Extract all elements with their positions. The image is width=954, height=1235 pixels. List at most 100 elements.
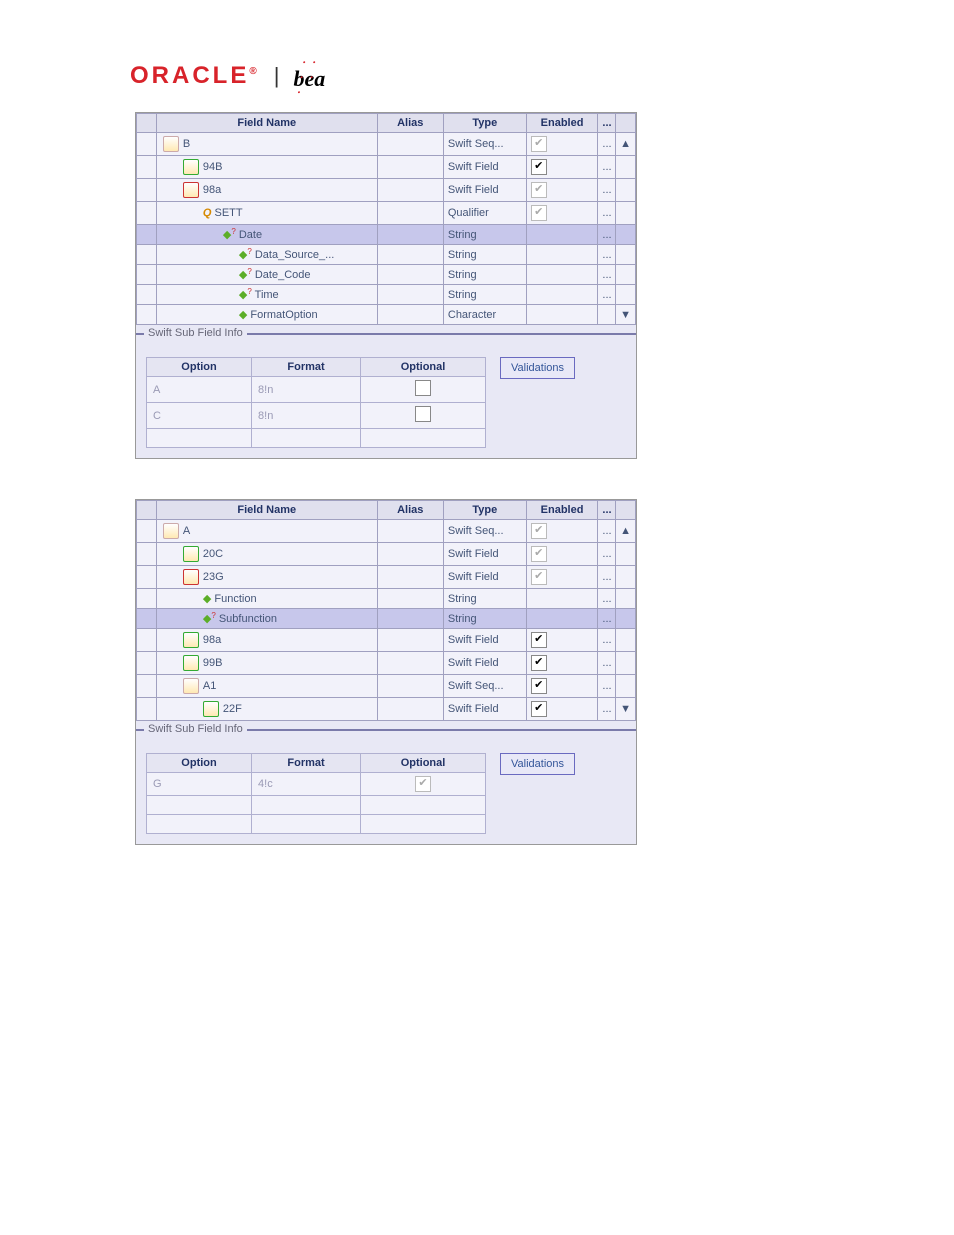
col-fieldname[interactable]: Field Name [156,114,377,133]
more-cell[interactable]: ... [598,245,616,265]
alias-cell[interactable] [377,225,443,245]
field-name-cell[interactable]: ◆ FormatOption [156,305,377,325]
optional-cell[interactable] [361,403,486,429]
table-row[interactable]: BSwift Seq...✔...▲ [137,133,636,156]
alias-cell[interactable] [377,156,443,179]
checkbox-icon[interactable]: ✔ [531,678,547,694]
scroll-track[interactable] [616,589,636,609]
sub-field-table-1[interactable]: Option Format Optional A8!nC8!n [146,357,486,448]
row-select-cell[interactable] [137,265,157,285]
list-item[interactable]: C8!n [147,403,486,429]
checkbox-icon[interactable]: ✔ [531,569,547,585]
row-select-cell[interactable] [137,285,157,305]
row-select-cell[interactable] [137,566,157,589]
scroll-track[interactable] [616,179,636,202]
alias-cell[interactable] [377,133,443,156]
col-enabled[interactable]: Enabled [526,114,598,133]
field-name-cell[interactable]: 94B [156,156,377,179]
table-row[interactable]: 98aSwift Field✔... [137,629,636,652]
enabled-cell[interactable]: ✔ [526,629,598,652]
scroll-up-icon[interactable]: ▲ [616,133,636,156]
scroll-track[interactable] [616,609,636,629]
col-type[interactable]: Type [443,501,526,520]
validations-button[interactable]: Validations [500,753,575,775]
field-name-cell[interactable]: ◆ Data_Source_... [156,245,377,265]
more-cell[interactable]: ... [598,156,616,179]
row-select-cell[interactable] [137,675,157,698]
row-select-cell[interactable] [137,202,157,225]
scroll-track[interactable] [616,156,636,179]
table-row[interactable]: ASwift Seq...✔...▲ [137,520,636,543]
scroll-down-icon[interactable]: ▼ [616,305,636,325]
row-select-cell[interactable] [137,698,157,721]
row-select-cell[interactable] [137,629,157,652]
enabled-cell[interactable]: ✔ [526,566,598,589]
table-row[interactable]: ◆ FormatOptionCharacter▼ [137,305,636,325]
alias-cell[interactable] [377,543,443,566]
enabled-cell[interactable] [526,245,598,265]
enabled-cell[interactable]: ✔ [526,520,598,543]
field-name-cell[interactable]: ◆ Date_Code [156,265,377,285]
more-cell[interactable]: ... [598,265,616,285]
scroll-track[interactable] [616,245,636,265]
field-name-cell[interactable]: ◆ Date [156,225,377,245]
table-row[interactable]: 23GSwift Field✔... [137,566,636,589]
alias-cell[interactable] [377,245,443,265]
row-select-cell[interactable] [137,652,157,675]
scroll-track[interactable] [616,566,636,589]
table-row[interactable]: ◆ FunctionString... [137,589,636,609]
scroll-track[interactable] [616,652,636,675]
checkbox-icon[interactable]: ✔ [415,776,431,792]
field-name-cell[interactable]: 99B [156,652,377,675]
col-option[interactable]: Option [147,754,252,773]
enabled-cell[interactable]: ✔ [526,202,598,225]
alias-cell[interactable] [377,652,443,675]
sub-field-table-2[interactable]: Option Format Optional G4!c✔ [146,753,486,834]
row-select-cell[interactable] [137,589,157,609]
more-cell[interactable]: ... [598,520,616,543]
table-row[interactable]: ◆ Data_Source_...String... [137,245,636,265]
checkbox-icon[interactable]: ✔ [531,546,547,562]
row-select-cell[interactable] [137,520,157,543]
alias-cell[interactable] [377,202,443,225]
scroll-track[interactable] [616,543,636,566]
field-name-cell[interactable]: 98a [156,629,377,652]
scroll-track[interactable] [616,629,636,652]
row-select-cell[interactable] [137,543,157,566]
col-alias[interactable]: Alias [377,501,443,520]
enabled-cell[interactable] [526,225,598,245]
field-name-cell[interactable]: A1 [156,675,377,698]
more-cell[interactable]: ... [598,652,616,675]
col-type[interactable]: Type [443,114,526,133]
field-name-cell[interactable]: 20C [156,543,377,566]
table-row[interactable]: ◆ DateString... [137,225,636,245]
alias-cell[interactable] [377,285,443,305]
more-cell[interactable]: ... [598,202,616,225]
scroll-track[interactable] [616,202,636,225]
row-select-cell[interactable] [137,179,157,202]
table-row[interactable]: ◆ Date_CodeString... [137,265,636,285]
scroll-track[interactable] [616,265,636,285]
table-row[interactable]: Q SETTQualifier✔... [137,202,636,225]
field-name-cell[interactable]: ◆ Subfunction [156,609,377,629]
alias-cell[interactable] [377,675,443,698]
col-optional[interactable]: Optional [361,358,486,377]
row-select-cell[interactable] [137,133,157,156]
enabled-cell[interactable]: ✔ [526,698,598,721]
row-select-cell[interactable] [137,305,157,325]
more-cell[interactable]: ... [598,225,616,245]
scroll-track[interactable] [616,225,636,245]
row-select-cell[interactable] [137,225,157,245]
alias-cell[interactable] [377,698,443,721]
more-cell[interactable]: ... [598,629,616,652]
scroll-up-icon[interactable]: ▲ [616,520,636,543]
alias-cell[interactable] [377,566,443,589]
enabled-cell[interactable]: ✔ [526,652,598,675]
col-format[interactable]: Format [252,754,361,773]
enabled-cell[interactable]: ✔ [526,133,598,156]
field-name-cell[interactable]: 22F [156,698,377,721]
alias-cell[interactable] [377,305,443,325]
more-cell[interactable]: ... [598,609,616,629]
more-cell[interactable] [598,305,616,325]
table-row[interactable]: 20CSwift Field✔... [137,543,636,566]
